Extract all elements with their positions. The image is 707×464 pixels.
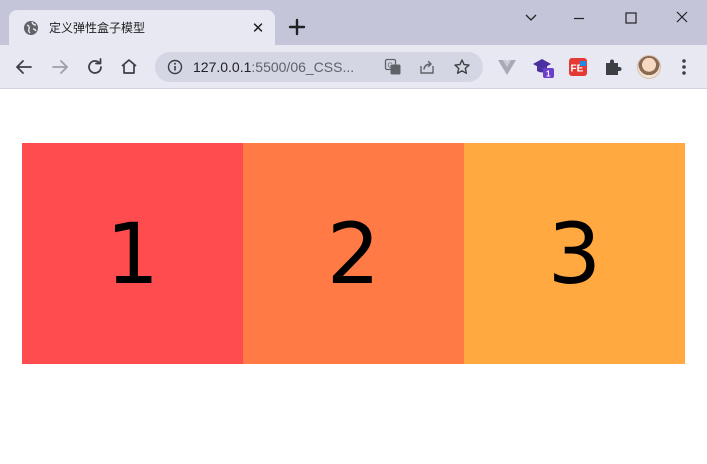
url-path: :5500/06_CSS... — [251, 59, 355, 75]
url-text: 127.0.0.1:5500/06_CSS... — [193, 59, 354, 75]
tab-search-chevron-icon[interactable] — [519, 8, 543, 28]
flex-item-label: 3 — [547, 204, 602, 303]
svg-text:G: G — [388, 63, 393, 70]
address-bar[interactable]: 127.0.0.1:5500/06_CSS... G — [155, 52, 483, 82]
profile-avatar[interactable] — [637, 55, 661, 79]
tab-title: 定义弹性盒子模型 — [49, 21, 146, 35]
vue-devtools-icon[interactable] — [496, 56, 518, 78]
tab-close-icon[interactable]: ✕ — [249, 19, 267, 37]
flex-item-3: 3 — [464, 143, 685, 364]
browser-toolbar: 127.0.0.1:5500/06_CSS... G 1 FE — [0, 45, 707, 89]
globe-icon — [24, 21, 38, 35]
new-tab-plus-icon[interactable] — [287, 17, 307, 37]
flex-item-label: 1 — [105, 204, 160, 303]
flex-container: 1 2 3 — [22, 143, 685, 364]
site-info-icon[interactable] — [167, 59, 183, 75]
flex-item-2: 2 — [243, 143, 464, 364]
url-host: 127.0.0.1 — [193, 59, 252, 75]
page-viewport: 1 2 3 — [0, 89, 707, 464]
browser-tab[interactable]: 定义弹性盒子模型 ✕ — [9, 10, 275, 46]
maximize-icon[interactable] — [619, 8, 643, 28]
back-arrow-icon[interactable] — [12, 55, 36, 79]
window-close-icon[interactable] — [670, 8, 694, 28]
tab-strip: 定义弹性盒子模型 ✕ — [0, 0, 707, 46]
share-icon[interactable] — [418, 58, 436, 76]
bookmark-star-icon[interactable] — [453, 58, 471, 76]
reload-icon[interactable] — [83, 55, 107, 79]
forward-arrow-icon[interactable] — [48, 55, 72, 79]
translate-icon[interactable]: G — [384, 58, 402, 76]
minimize-icon[interactable] — [567, 8, 591, 28]
extensions-puzzle-icon[interactable] — [602, 56, 624, 78]
more-menu-icon[interactable] — [674, 56, 694, 78]
flex-item-1: 1 — [22, 143, 243, 364]
fe-helper-icon[interactable]: FE — [567, 56, 589, 78]
graduation-cap-icon[interactable]: 1 — [532, 56, 554, 78]
home-icon[interactable] — [117, 55, 141, 79]
svg-text:1: 1 — [546, 70, 551, 79]
flex-item-label: 2 — [326, 204, 381, 303]
